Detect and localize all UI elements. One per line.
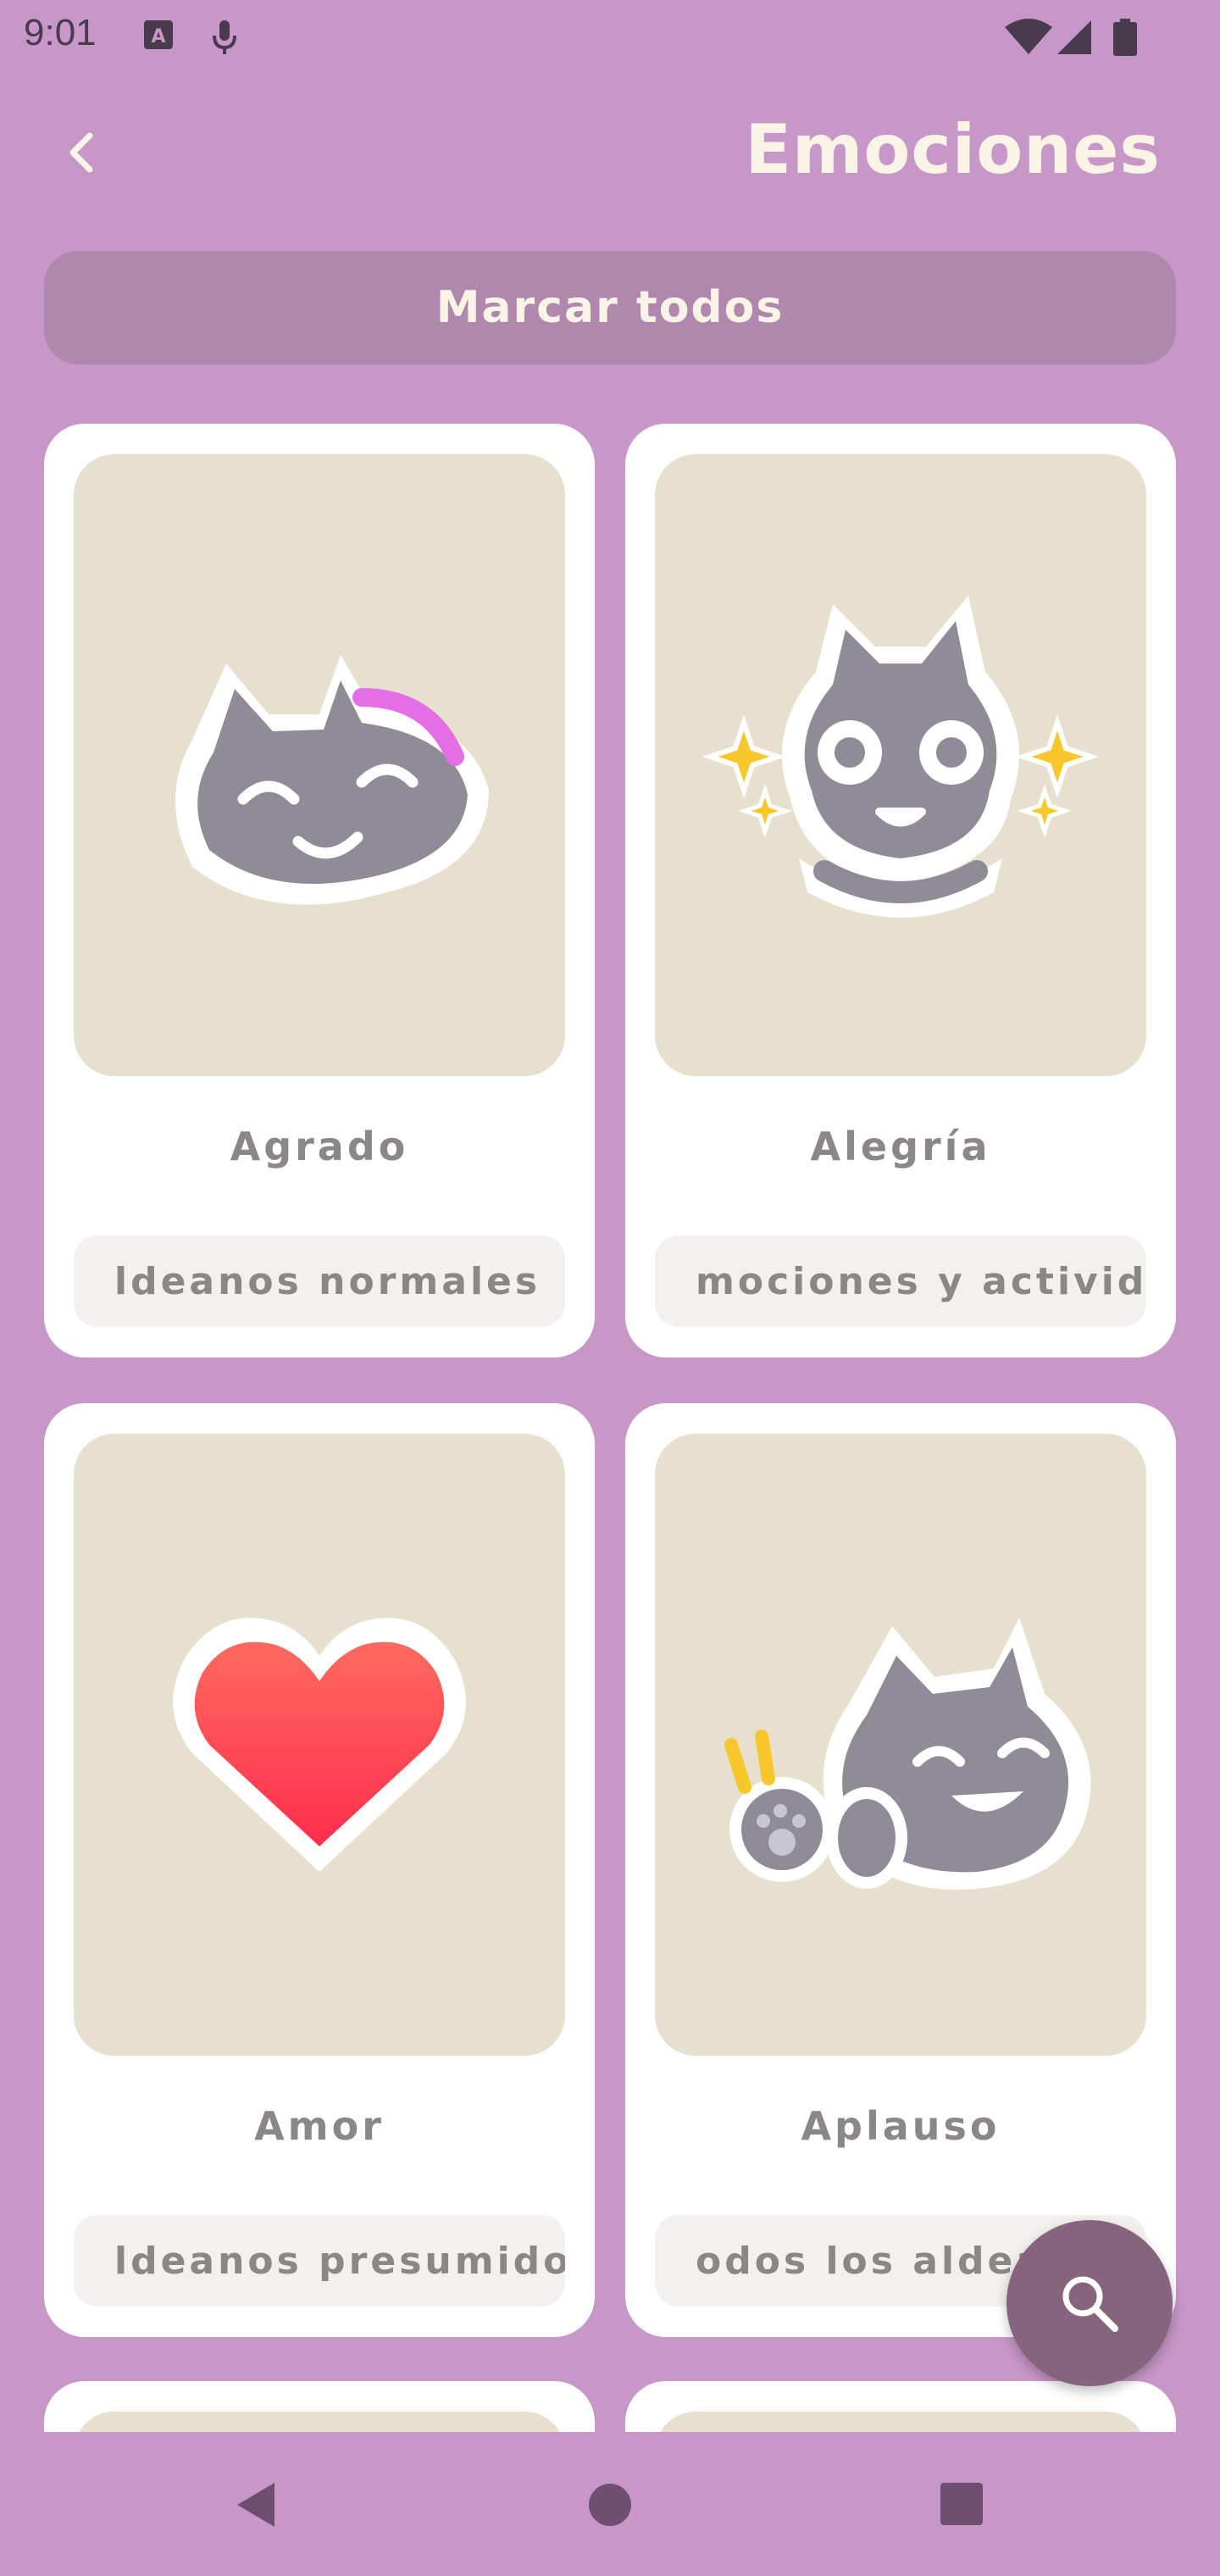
search-button[interactable] xyxy=(1006,2220,1173,2386)
emotion-name: Amor xyxy=(254,2103,385,2149)
cat-applause-icon xyxy=(724,1618,1091,1890)
status-bar: 9:01 A xyxy=(0,0,1220,71)
emotion-tag-text: ldeanos normales xyxy=(114,1259,541,1303)
emotion-card[interactable]: Alegría mociones y activid xyxy=(625,424,1176,1357)
status-time: 9:01 xyxy=(24,12,97,53)
svg-text:A: A xyxy=(151,26,165,47)
emotion-name: Aplauso xyxy=(801,2103,1001,2149)
emotion-tag: ldeanos normales xyxy=(74,1235,565,1327)
cat-smile-icon xyxy=(175,655,489,905)
emotion-image xyxy=(655,1434,1146,2056)
mark-all-button[interactable]: Marcar todos xyxy=(44,251,1176,364)
emotion-tag-text: ldeanos presumido xyxy=(114,2239,565,2283)
emotion-name: Alegría xyxy=(810,1124,991,1169)
emotion-tag: ldeanos presumido xyxy=(74,2215,565,2307)
emotion-card[interactable]: Agrado ldeanos normales xyxy=(44,424,595,1357)
emotion-card[interactable]: Amor ldeanos presumido xyxy=(44,1403,595,2337)
page-title: Emociones xyxy=(745,110,1161,189)
back-nav-icon[interactable] xyxy=(230,2478,281,2532)
microphone-icon xyxy=(213,20,236,54)
search-icon xyxy=(1062,2276,1118,2332)
wifi-icon xyxy=(1005,19,1052,54)
emotion-image xyxy=(655,454,1146,1076)
emotion-tag: mociones y activid xyxy=(655,1235,1146,1327)
signal-icon xyxy=(1057,20,1091,54)
emotion-image xyxy=(74,1434,565,2056)
chevron-left-icon xyxy=(69,132,93,173)
home-nav-icon[interactable] xyxy=(586,2478,634,2532)
emotion-card[interactable]: Aplauso odos los aldeanos xyxy=(625,1403,1176,2337)
emotion-tag-text: mociones y activid xyxy=(696,1259,1146,1303)
emotion-image xyxy=(74,454,565,1076)
emotion-name: Agrado xyxy=(230,1124,409,1169)
recents-nav-icon[interactable] xyxy=(935,2478,986,2532)
keyboard-a-icon: A xyxy=(144,20,173,49)
heart-icon xyxy=(173,1618,466,1872)
back-button[interactable] xyxy=(51,119,112,186)
battery-icon xyxy=(1113,19,1137,56)
cat-joy-icon xyxy=(702,596,1100,918)
